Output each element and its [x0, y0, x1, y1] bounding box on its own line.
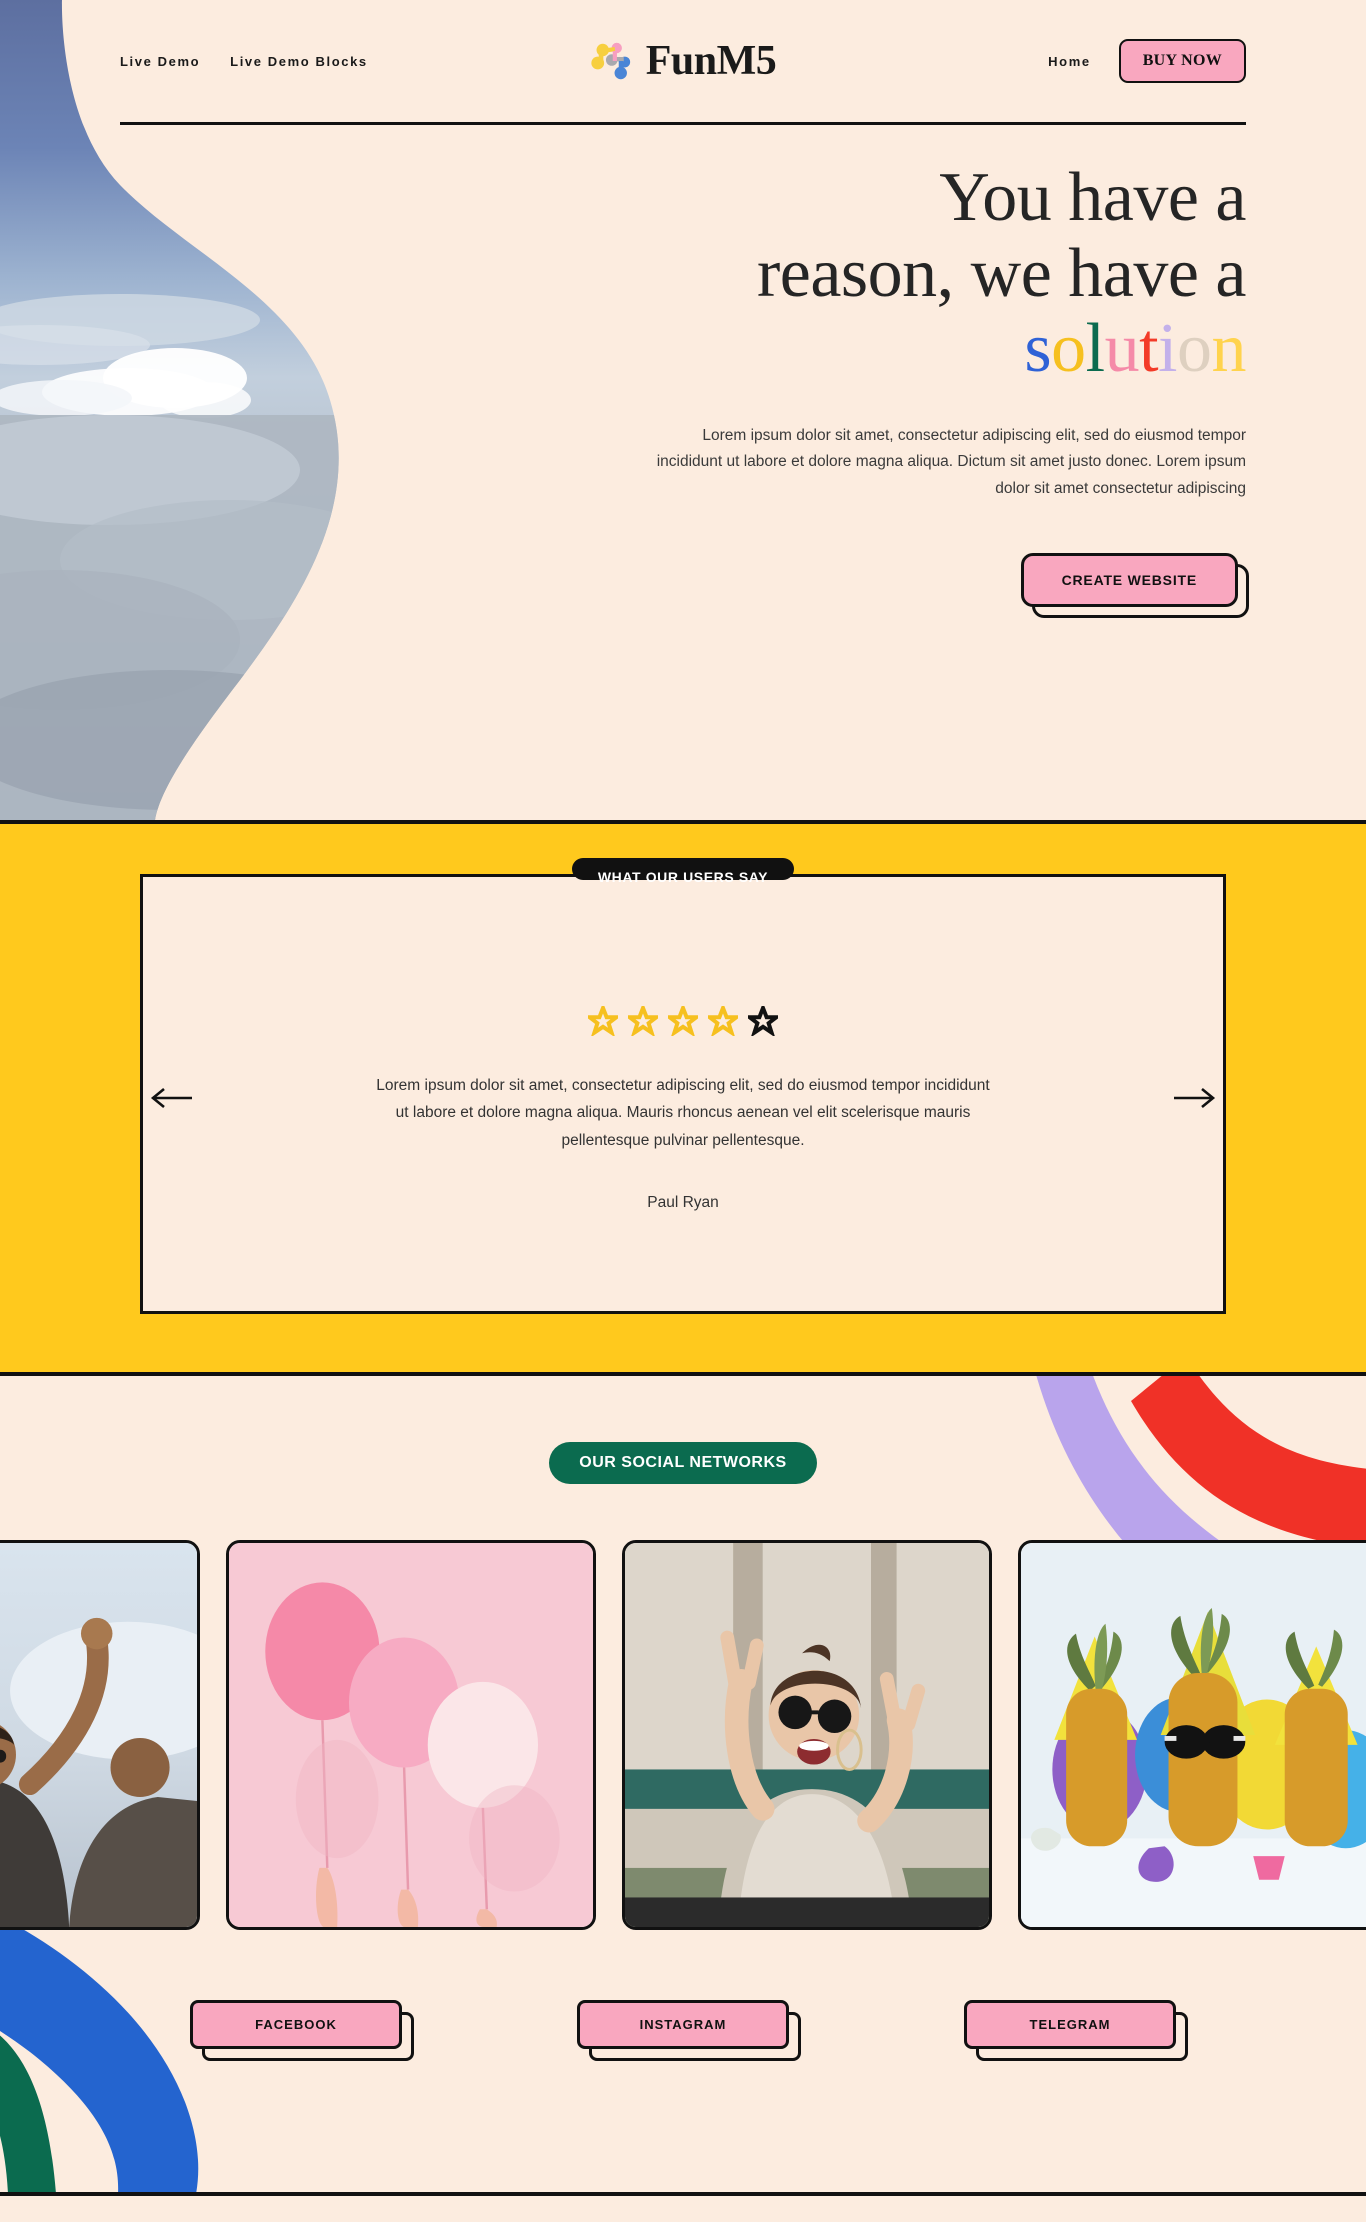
landing-page: Live Demo Live Demo Blocks FunM5 Home BU… — [0, 0, 1366, 2214]
hero-section: Live Demo Live Demo Blocks FunM5 Home BU… — [0, 0, 1366, 820]
star-filled-icon — [668, 1006, 698, 1037]
instagram-button[interactable]: INSTAGRAM — [577, 2000, 789, 2049]
woman-peace-signs-photo — [625, 1543, 989, 1927]
solution-letter-6: o — [1177, 310, 1212, 388]
social-section: OUR SOCIAL NETWORKS FACEBOOK INSTAGRAM T… — [0, 1376, 1366, 2196]
header-divider — [120, 122, 1246, 125]
hero-title-line-1: You have a — [939, 159, 1246, 236]
gallery-item[interactable] — [622, 1540, 992, 1930]
brand-logo[interactable]: FunM5 — [590, 40, 777, 82]
social-badge-row: OUR SOCIAL NETWORKS — [0, 1442, 1366, 1484]
gallery-item[interactable] — [1018, 1540, 1366, 1930]
hero-content: You have a reason, we have a solution Lo… — [0, 122, 1366, 618]
rating-stars — [183, 1006, 1183, 1037]
hero-title-line-2: reason, we have a — [756, 234, 1247, 312]
header-navbar: Live Demo Live Demo Blocks FunM5 Home BU… — [0, 0, 1366, 122]
buy-now-button[interactable]: BUY NOW — [1118, 39, 1246, 83]
brand-name: FunM5 — [645, 38, 777, 84]
telegram-button-wrap: TELEGRAM — [964, 2000, 1188, 2061]
hero-title-colored-word: solution — [120, 311, 1246, 387]
prev-arrow-icon[interactable] — [148, 1083, 194, 1113]
facebook-button[interactable]: FACEBOOK — [190, 2000, 402, 2049]
solution-letter-4: t — [1139, 310, 1159, 388]
solution-letter-3: u — [1104, 310, 1140, 388]
next-arrow-icon[interactable] — [1172, 1083, 1218, 1113]
testimonial-badge: WHAT OUR USERS SAY — [571, 858, 795, 885]
nav-right-group: Home BUY NOW — [1048, 39, 1246, 83]
instagram-button-wrap: INSTAGRAM — [577, 2000, 801, 2061]
molecule-icon — [591, 42, 631, 80]
star-filled-icon — [588, 1006, 618, 1037]
gallery-item[interactable] — [0, 1540, 200, 1930]
friends-celebrating-photo — [0, 1543, 197, 1927]
testimonial-section: WHAT OUR USERS SAY Lorem ipsum dolor sit… — [0, 820, 1366, 1376]
star-filled-icon — [628, 1006, 658, 1037]
gallery-item[interactable] — [226, 1540, 596, 1930]
testimonial-author: Paul Ryan — [647, 1193, 719, 1211]
testimonial-card: Lorem ipsum dolor sit amet, consectetur … — [140, 874, 1226, 1314]
facebook-button-wrap: FACEBOOK — [190, 2000, 414, 2061]
nav-live-demo-blocks[interactable]: Live Demo Blocks — [230, 54, 368, 69]
create-website-button[interactable]: CREATE WEBSITE — [1020, 552, 1238, 607]
nav-live-demo[interactable]: Live Demo — [120, 54, 200, 69]
create-website-button-wrap: CREATE WEBSITE — [1020, 552, 1249, 618]
nav-left-group: Live Demo Live Demo Blocks — [120, 54, 368, 69]
solution-letter-7: n — [1211, 310, 1247, 388]
solution-letter-2: l — [1085, 310, 1105, 388]
testimonial-quote: Lorem ipsum dolor sit amet, consectetur … — [376, 1077, 990, 1149]
solution-letter-5: i — [1158, 310, 1177, 388]
hero-cta-wrap: CREATE WEBSITE — [120, 552, 1249, 618]
star-filled-icon — [708, 1006, 738, 1037]
social-buttons-row: FACEBOOK INSTAGRAM TELEGRAM — [0, 2000, 1366, 2119]
hero-paragraph: Lorem ipsum dolor sit amet, consectetur … — [656, 426, 1246, 498]
hero-title: You have a reason, we have a solution — [120, 159, 1247, 387]
solution-letter-0: s — [1024, 310, 1052, 388]
party-pineapples-photo — [1021, 1543, 1366, 1927]
solution-letter-1: o — [1051, 310, 1086, 388]
star-empty-icon — [748, 1006, 778, 1037]
nav-home[interactable]: Home — [1048, 54, 1091, 69]
telegram-button[interactable]: TELEGRAM — [964, 2000, 1176, 2049]
social-networks-badge: OUR SOCIAL NETWORKS — [549, 1442, 817, 1484]
footer-strip — [0, 2196, 1366, 2214]
pink-balloons-photo — [229, 1543, 593, 1927]
social-gallery-carousel[interactable] — [0, 1540, 1366, 1930]
